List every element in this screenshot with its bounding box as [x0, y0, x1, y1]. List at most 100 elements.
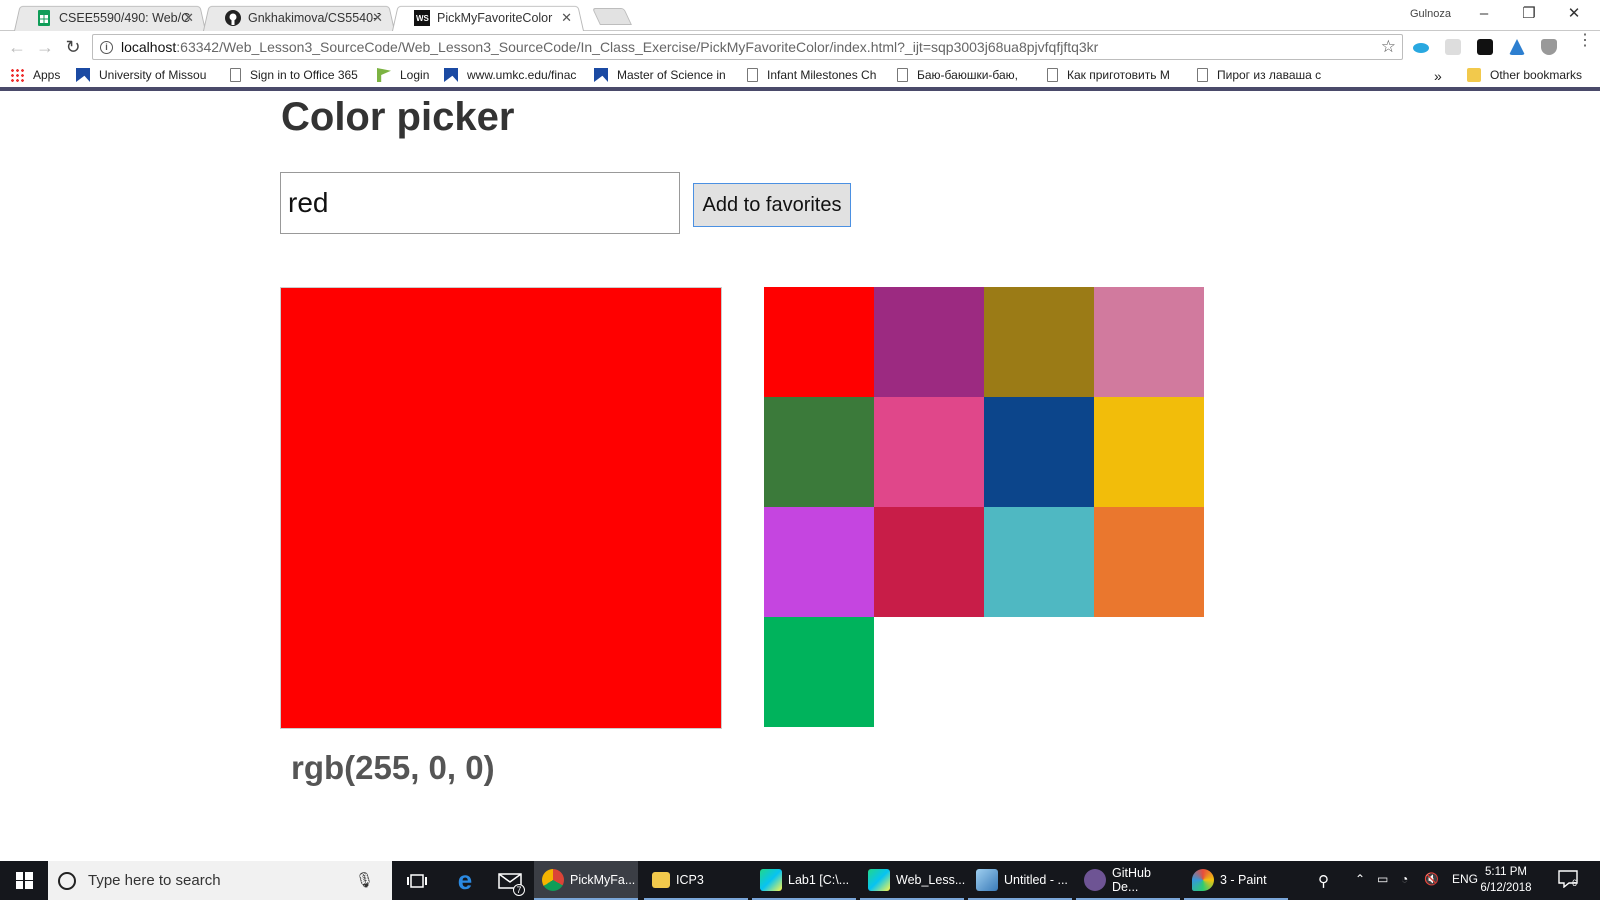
favorite-swatch[interactable]: [984, 507, 1094, 617]
menu-icon[interactable]: ⋮: [1577, 33, 1593, 49]
start-button[interactable]: [0, 861, 48, 900]
jetbrains-icon[interactable]: [1477, 39, 1493, 55]
cortana-icon: [58, 871, 76, 890]
volume-muted-icon[interactable]: 🔇: [1424, 872, 1439, 886]
page-content: Color picker Add to favorites rgb(255, 0…: [0, 95, 1600, 861]
tab-title: CSEE5590/490: Web/Clou: [59, 10, 191, 25]
flag-icon: [377, 68, 391, 82]
tab-github[interactable]: Gnkhakimova/CS5540-Tw ✕: [203, 4, 395, 31]
close-window-icon[interactable]: ✕: [1562, 3, 1586, 25]
restore-icon[interactable]: ❐: [1517, 3, 1541, 25]
favorite-swatch[interactable]: [874, 287, 984, 397]
color-input[interactable]: [280, 172, 680, 234]
other-bookmarks[interactable]: Other bookmarks: [1467, 68, 1582, 82]
favorite-swatch[interactable]: [1094, 287, 1204, 397]
bookmark-umkc-finance[interactable]: www.umkc.edu/finac: [444, 68, 584, 82]
favorite-swatch[interactable]: [764, 397, 874, 507]
info-icon[interactable]: i: [100, 40, 113, 54]
chrome-icon: [542, 868, 564, 891]
bookmark-office365[interactable]: Sign in to Office 365: [230, 68, 370, 82]
folder-icon: [652, 871, 670, 888]
taskbar-app-chrome[interactable]: PickMyFa...: [534, 861, 638, 900]
favorite-swatch[interactable]: [764, 507, 874, 617]
tab-csee5590[interactable]: CSEE5590/490: Web/Clou ✕: [14, 4, 206, 31]
bookmarks-bar: Apps University of Missou Sign in to Off…: [0, 63, 1600, 91]
browser-toolbar: ← → ↻ i localhost:63342/Web_Lesson3_Sour…: [0, 31, 1600, 63]
tab-title: PickMyFavoriteColor: [437, 10, 553, 25]
page-icon: [897, 68, 908, 82]
page-icon: [1047, 68, 1058, 82]
bookmark-university[interactable]: University of Missou: [76, 68, 216, 82]
webstorm-icon: WS: [414, 9, 430, 26]
bookmark-login[interactable]: Login: [377, 68, 437, 82]
drive-icon[interactable]: [1509, 39, 1525, 55]
notepad-icon: [976, 868, 998, 891]
github-icon: [225, 9, 241, 26]
close-icon[interactable]: ✕: [372, 10, 383, 26]
mail-icon[interactable]: 7: [492, 861, 528, 900]
favorite-swatch[interactable]: [764, 287, 874, 397]
paint-icon: [1192, 868, 1214, 891]
battery-icon[interactable]: ▭: [1377, 872, 1388, 886]
umkc-icon: [594, 68, 608, 82]
favorite-swatch[interactable]: [874, 507, 984, 617]
bookmarks-overflow-chevron[interactable]: »: [1434, 68, 1442, 84]
favorite-swatch[interactable]: [1094, 507, 1204, 617]
favorite-swatch[interactable]: [984, 397, 1094, 507]
favorite-swatch[interactable]: [874, 397, 984, 507]
clock[interactable]: 5:11 PM 6/12/2018: [1478, 864, 1534, 896]
folder-icon: [1467, 68, 1481, 82]
taskbar-app-paint[interactable]: 3 - Paint: [1184, 861, 1288, 900]
onedrive-icon[interactable]: [1413, 43, 1429, 53]
profile-name[interactable]: Gulnoza: [1408, 7, 1453, 21]
close-icon[interactable]: ✕: [183, 10, 194, 26]
new-tab-button[interactable]: [592, 8, 632, 25]
minimize-icon[interactable]: –: [1472, 3, 1496, 25]
edge-icon[interactable]: e: [447, 861, 483, 900]
reload-icon[interactable]: ↻: [62, 36, 84, 58]
tab-pickmyfavoritecolor[interactable]: WS PickMyFavoriteColor ✕: [392, 4, 584, 31]
url-path: :63342/Web_Lesson3_SourceCode/Web_Lesson…: [176, 39, 1099, 55]
taskbar-app-notepad[interactable]: Untitled - ...: [968, 861, 1072, 900]
pdf-extension-icon[interactable]: [1445, 39, 1461, 55]
umkc-icon: [444, 68, 458, 82]
forward-icon[interactable]: →: [34, 36, 56, 58]
page-icon: [1197, 68, 1208, 82]
bookmark-pirog[interactable]: Пирог из лаваша с: [1197, 68, 1331, 82]
favorite-swatch[interactable]: [984, 287, 1094, 397]
tray-chevron-icon[interactable]: ⌃: [1355, 872, 1365, 886]
address-bar[interactable]: i localhost:63342/Web_Lesson3_SourceCode…: [92, 34, 1403, 60]
add-to-favorites-button[interactable]: Add to favorites: [693, 183, 851, 227]
taskbar-search[interactable]: Type here to search 🎙: [48, 861, 392, 900]
bookmark-kak-prigotovit[interactable]: Как приготовить М: [1047, 68, 1183, 82]
language-indicator[interactable]: ENG: [1452, 872, 1478, 886]
favorite-swatch[interactable]: [764, 617, 874, 727]
taskbar-app-web-lesson[interactable]: Web_Less...: [860, 861, 965, 900]
clock-time: 5:11 PM: [1485, 866, 1527, 878]
url-host: localhost: [121, 39, 177, 55]
wifi-icon[interactable]: ◔: [1401, 872, 1408, 886]
bookmark-master-of-science[interactable]: Master of Science in: [594, 68, 732, 82]
rgb-value: rgb(255, 0, 0): [291, 749, 495, 786]
shield-icon[interactable]: [1541, 39, 1557, 55]
umkc-icon: [76, 68, 90, 82]
bookmark-star-icon[interactable]: ☆: [1381, 37, 1396, 57]
taskbar-app-github-desktop[interactable]: GitHub De...: [1076, 861, 1180, 900]
microphone-icon[interactable]: 🎙: [355, 871, 374, 889]
back-icon[interactable]: ←: [6, 36, 28, 58]
favorite-swatch[interactable]: [1094, 397, 1204, 507]
people-icon[interactable]: ⚲: [1318, 872, 1329, 890]
mail-badge: 7: [513, 884, 525, 896]
webstorm-icon: [760, 868, 782, 891]
taskbar-app-lab1[interactable]: Lab1 [C:\...: [752, 861, 856, 900]
taskbar-app-icp3[interactable]: ICP3: [644, 861, 748, 900]
bookmark-bayu[interactable]: Баю-баюшки-баю,: [897, 68, 1033, 82]
tab-strip: CSEE5590/490: Web/Clou ✕ Gnkhakimova/CS5…: [0, 0, 1600, 31]
notifications-icon[interactable]: 6: [1558, 870, 1578, 891]
close-icon[interactable]: ✕: [561, 10, 572, 26]
page-title: Color picker: [281, 95, 515, 139]
bookmark-infant-milestones[interactable]: Infant Milestones Ch: [747, 68, 883, 82]
bookmark-apps[interactable]: Apps: [10, 68, 70, 82]
svg-text:WS: WS: [416, 14, 430, 23]
task-view-icon[interactable]: [402, 861, 432, 900]
